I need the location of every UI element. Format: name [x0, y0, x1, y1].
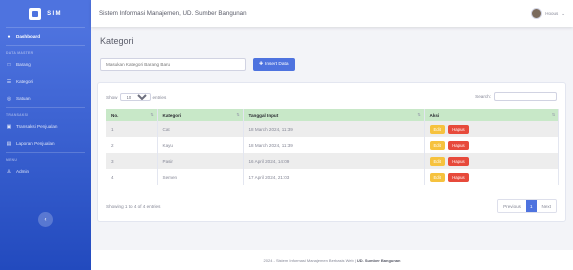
cell-kategori: Cat — [157, 121, 244, 137]
table-header-row: No. ⇅ Kategori ⇅ Tanggal Input ⇅ Aksi ⇅ — [106, 109, 559, 121]
delete-button[interactable]: Hapus — [448, 156, 469, 166]
table-search: Search: — [475, 92, 557, 101]
brand[interactable]: SIM — [0, 0, 91, 27]
sidebar-item-transaksi-penjualan[interactable]: ▣ Transaksi Penjualan — [0, 118, 91, 135]
column-header-no[interactable]: No. ⇅ — [106, 109, 158, 121]
cell-kategori: Pasir — [157, 153, 244, 169]
brand-logo-icon — [29, 7, 42, 20]
show-label: Show — [106, 94, 118, 100]
sidebar-item-label: Barang — [16, 62, 31, 67]
edit-button[interactable]: Edit — [429, 140, 445, 150]
table-row: 4 Semen 17 April 2024, 21:03 Edit Hapus — [106, 169, 559, 185]
sort-icon: ⇅ — [551, 113, 555, 117]
insert-data-button[interactable]: ✚ Insert Data — [253, 58, 295, 71]
cell-no: 4 — [106, 169, 158, 185]
sidebar-item-label: Satuan — [16, 96, 31, 101]
cell-kategori: Kayu — [157, 137, 244, 153]
cell-aksi: Edit Hapus — [424, 169, 559, 185]
previous-page-button[interactable]: Previous — [498, 200, 526, 212]
topbar-title: Sistem Informasi Manajemen, UD. Sumber B… — [99, 10, 247, 17]
delete-button[interactable]: Hapus — [448, 172, 469, 182]
topbar: Sistem Informasi Manajemen, UD. Sumber B… — [91, 0, 573, 27]
search-label: Search: — [475, 94, 491, 99]
table-row: 2 Kayu 18 March 2024, 11:39 Edit Hapus — [106, 137, 559, 153]
user-menu[interactable]: Hoous ⌄ — [531, 8, 565, 19]
sidebar-item-laporan-penjualan[interactable]: ▤ Laporan Penjualan — [0, 135, 91, 152]
cell-tanggal: 16 April 2024, 14:09 — [243, 153, 425, 169]
cell-tanggal: 18 March 2024, 11:39 — [243, 137, 425, 153]
page-1-button[interactable]: 1 — [525, 200, 537, 212]
sidebar-heading-menu: MENU — [6, 158, 18, 162]
category-table: No. ⇅ Kategori ⇅ Tanggal Input ⇅ Aksi ⇅ 1 Ca… — [106, 109, 559, 185]
cell-no: 1 — [106, 121, 158, 137]
next-page-button[interactable]: Next — [536, 200, 556, 212]
list-icon: ☰ — [6, 78, 12, 85]
sidebar-item-dashboard[interactable]: ● Dashboard — [0, 28, 91, 45]
pagination: Previous 1 Next — [497, 199, 557, 213]
sidebar-item-label: Kategori — [16, 79, 34, 84]
table-row: 3 Pasir 16 April 2024, 14:09 Edit Hapus — [106, 153, 559, 169]
sidebar-item-label: Laporan Penjualan — [16, 141, 55, 146]
brand-text: SIM — [47, 10, 62, 17]
cell-kategori: Semen — [157, 169, 244, 185]
sidebar: SIM ● Dashboard DATA MASTER □ Barang ☰ K… — [0, 0, 91, 270]
cell-tanggal: 18 March 2024, 11:39 — [243, 121, 425, 137]
sidebar-item-satuan[interactable]: ◎ Satuan — [0, 90, 91, 107]
box-icon: □ — [7, 61, 11, 68]
cell-tanggal: 17 April 2024, 21:03 — [243, 169, 425, 185]
column-header-kategori[interactable]: Kategori ⇅ — [157, 109, 244, 121]
sort-icon: ⇅ — [417, 113, 421, 117]
plus-icon: ✚ — [259, 62, 264, 67]
cell-aksi: Edit Hapus — [424, 153, 559, 169]
cell-no: 3 — [106, 153, 158, 169]
sidebar-item-label: Transaksi Penjualan — [16, 124, 58, 129]
delete-button[interactable]: Hapus — [448, 140, 469, 150]
category-table-card: Show 10 entries Search: No. ⇅ Kategori ⇅ T… — [97, 82, 566, 222]
sort-icon: ⇅ — [236, 113, 240, 117]
edit-button[interactable]: Edit — [429, 172, 445, 182]
delete-button[interactable]: Hapus — [448, 124, 469, 134]
sidebar-item-label: Admin — [16, 169, 30, 174]
table-row: 1 Cat 18 March 2024, 11:39 Edit Hapus — [106, 121, 559, 137]
sidebar-toggle-button[interactable]: ‹ — [38, 212, 53, 227]
sidebar-item-kategori[interactable]: ☰ Kategori — [0, 73, 91, 90]
page-title: Kategori — [100, 36, 134, 46]
table-length-control: Show 10 entries — [106, 93, 166, 101]
cell-aksi: Edit Hapus — [424, 137, 559, 153]
ruler-icon: ◎ — [6, 95, 12, 102]
search-input[interactable] — [494, 92, 557, 101]
category-input[interactable] — [100, 58, 246, 71]
insert-form: ✚ Insert Data — [100, 58, 295, 71]
cell-no: 2 — [106, 137, 158, 153]
sidebar-heading-data-master: DATA MASTER — [6, 51, 34, 55]
edit-button[interactable]: Edit — [429, 124, 445, 134]
cart-icon: ▣ — [6, 123, 12, 130]
chevron-down-icon: ⌄ — [561, 10, 565, 16]
column-header-tanggal[interactable]: Tanggal Input ⇅ — [243, 109, 425, 121]
entries-label: entries — [152, 94, 167, 100]
tachometer-icon: ● — [7, 33, 11, 40]
footer: 2024 - Sistem Informasi Manajemen Berbas… — [91, 250, 573, 270]
user-icon: ♙ — [6, 168, 12, 175]
avatar — [531, 8, 543, 19]
edit-button[interactable]: Edit — [429, 156, 445, 166]
entries-select[interactable]: 10 — [119, 93, 151, 101]
report-icon: ▤ — [6, 140, 12, 147]
footer-text: 2024 - Sistem Informasi Manajemen Berbas… — [263, 257, 356, 263]
sidebar-item-admin[interactable]: ♙ Admin — [0, 163, 91, 180]
sidebar-heading-transaksi: TRANSAKSI — [6, 113, 29, 117]
column-header-aksi[interactable]: Aksi ⇅ — [424, 109, 559, 121]
footer-owner: UD. Sumber Bangunan — [356, 257, 401, 263]
sidebar-item-barang[interactable]: □ Barang — [0, 56, 91, 73]
chevron-left-icon: ‹ — [44, 216, 47, 223]
insert-data-label: Insert Data — [265, 62, 289, 67]
sort-icon: ⇅ — [150, 113, 154, 117]
user-name: Hoous — [545, 11, 559, 16]
table-info: Showing 1 to 4 of 4 entries — [106, 204, 161, 209]
cell-aksi: Edit Hapus — [424, 121, 559, 137]
sidebar-item-label: Dashboard — [16, 34, 40, 39]
